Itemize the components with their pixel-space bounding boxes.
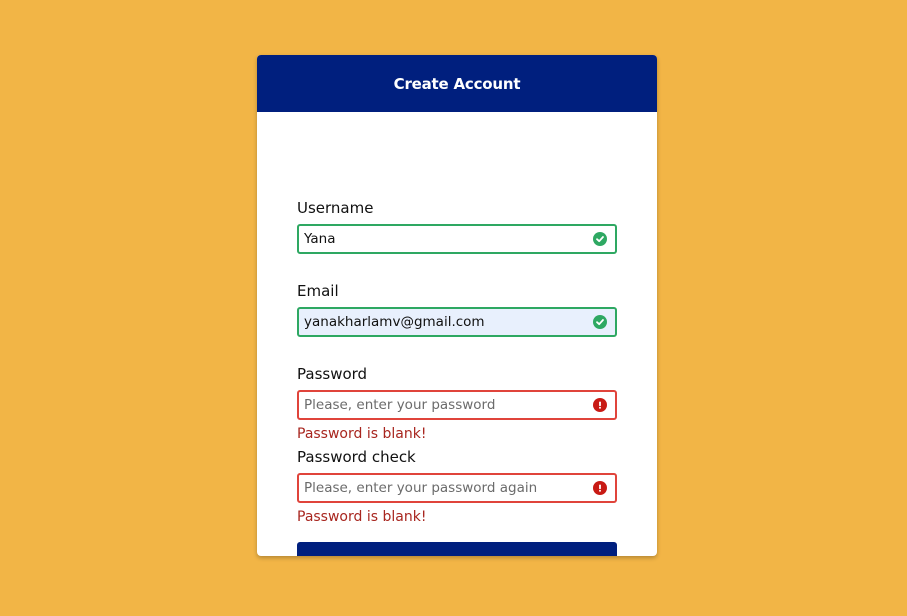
username-input-wrapper: [297, 224, 617, 254]
check-circle-icon: [593, 315, 607, 329]
exclamation-circle-icon: [593, 398, 607, 412]
password-check-field-group: Password check Password is blank!: [297, 447, 617, 527]
check-circle-icon: [593, 232, 607, 246]
submit-button[interactable]: Submit: [297, 542, 617, 556]
username-input[interactable]: [299, 226, 584, 252]
form-title: Create Account: [393, 74, 521, 93]
password-input-wrapper: [297, 390, 617, 420]
exclamation-circle-icon: [593, 481, 607, 495]
email-input[interactable]: [299, 309, 584, 335]
password-check-input[interactable]: [299, 475, 584, 501]
password-label: Password: [297, 365, 368, 383]
password-check-label: Password check: [297, 448, 416, 466]
password-input[interactable]: [299, 392, 584, 418]
email-label: Email: [297, 282, 339, 300]
password-error-message: Password is blank!: [297, 426, 427, 442]
password-check-input-wrapper: [297, 473, 617, 503]
password-check-error-message: Password is blank!: [297, 509, 427, 525]
email-input-wrapper: [297, 307, 617, 337]
password-field-group: Password Password is blank!: [297, 364, 617, 444]
card-header: Create Account: [257, 55, 657, 112]
email-field-group: Email: [297, 281, 617, 337]
username-label: Username: [297, 199, 374, 217]
create-account-card: Create Account Username Email Password: [257, 55, 657, 556]
username-field-group: Username: [297, 198, 617, 254]
